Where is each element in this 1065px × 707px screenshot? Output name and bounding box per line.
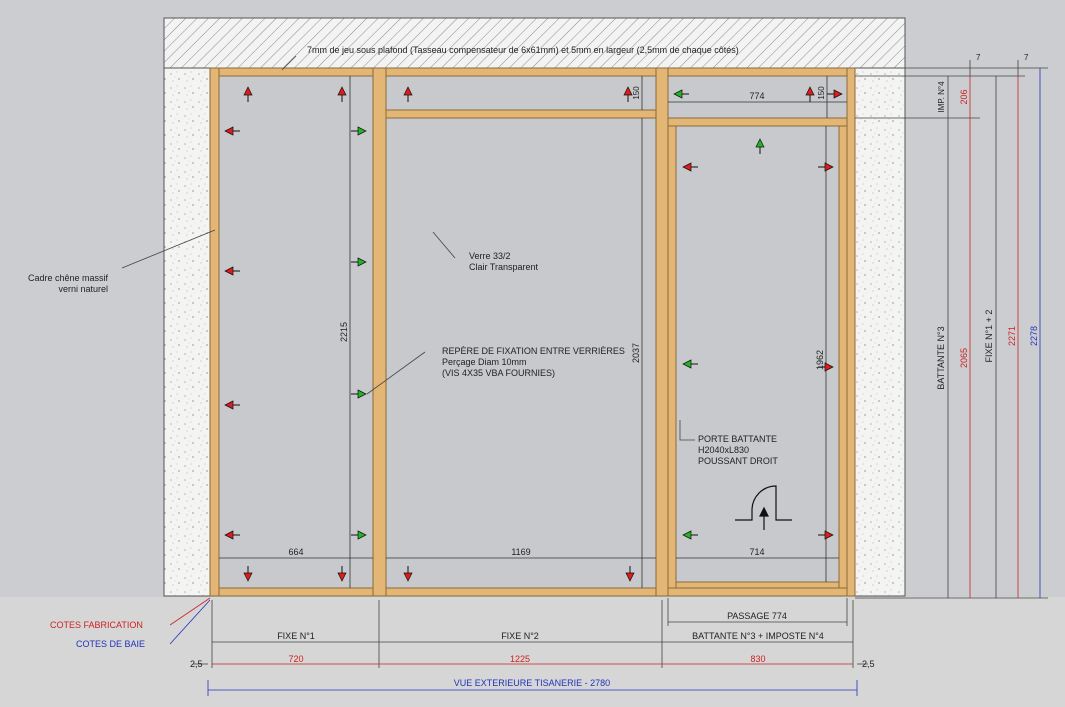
ceiling-note: 7mm de jeu sous plafond (Tasseau compens… — [307, 45, 739, 55]
dim-fixe1-height: 2215 — [339, 322, 349, 342]
battante-value: 2065 — [959, 348, 969, 368]
fab-width-3: 830 — [750, 654, 765, 664]
label-fixe1: FIXE N°1 — [277, 631, 315, 641]
dim-fixe2-height: 2037 — [631, 343, 641, 363]
fab-width-2: 1225 — [510, 654, 530, 664]
gap-left: 2,5 — [190, 659, 203, 669]
frame-note-line1: Cadre chêne massif — [28, 273, 109, 283]
dim-fixe2-width: 1169 — [511, 547, 530, 557]
fixing-note-line1: REPÈRE DE FIXATION ENTRE VERRIÈRES — [442, 346, 625, 356]
elevation-drawing: 664 1169 714 774 2215 2037 1962 150 150 … — [0, 17, 1065, 707]
dim-door-width: 714 — [749, 547, 764, 557]
glass-note-line1: Verre 33/2 — [469, 251, 511, 261]
right-wall — [854, 67, 906, 597]
top-gap-1: 7 — [976, 53, 981, 62]
top-gap-2: 7 — [1024, 53, 1029, 62]
legend-bay: COTES DE BAIE — [76, 639, 145, 649]
door-note-line3: POUSSANT DROIT — [698, 456, 778, 466]
label-battante-imposte: BATTANTE N°3 + IMPOSTE N°4 — [692, 631, 824, 641]
dim-transom-right-height: 150 — [817, 86, 826, 100]
frame-note-line2: verni naturel — [58, 284, 108, 294]
door-note-line2: H2040xL830 — [698, 445, 749, 455]
floor-band — [0, 597, 1065, 707]
gap-right: 2,5 — [862, 659, 875, 669]
imp-label: IMP. N°4 — [937, 81, 946, 113]
bay-height-value: 2278 — [1029, 326, 1039, 346]
fab-width-1: 720 — [288, 654, 303, 664]
legend-fabrication: COTES FABRICATION — [50, 620, 143, 630]
left-wall — [163, 67, 211, 597]
dim-fixe1-width: 664 — [288, 547, 303, 557]
total-bay-width: VUE EXTERIEURE TISANERIE - 2780 — [454, 678, 610, 688]
fixe-label: FIXE N°1 + 2 — [984, 310, 994, 363]
fixing-note-line2: Perçage Diam 10mm — [442, 357, 527, 367]
imp-value: 206 — [959, 89, 969, 104]
glass-note-line2: Clair Transparent — [469, 262, 539, 272]
battante-label: BATTANTE N°3 — [936, 326, 946, 389]
door-note-line1: PORTE BATTANTE — [698, 434, 777, 444]
ceiling-slab — [163, 17, 906, 69]
fixing-note-line3: (VIS 4X35 VBA FOURNIES) — [442, 368, 555, 378]
passage-label: PASSAGE 774 — [727, 611, 787, 621]
fixe-value: 2271 — [1007, 326, 1017, 346]
dim-imposte-width: 774 — [749, 91, 764, 101]
dim-transom-left-height: 150 — [632, 86, 641, 100]
label-fixe2: FIXE N°2 — [501, 631, 539, 641]
